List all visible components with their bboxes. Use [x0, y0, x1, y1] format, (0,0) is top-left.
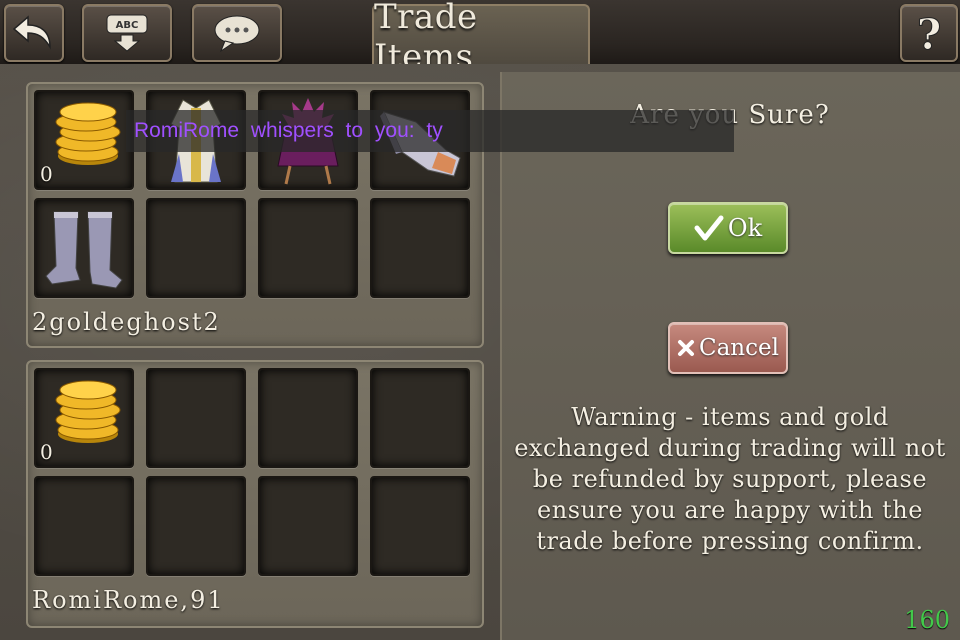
cancel-button[interactable]: Cancel [668, 322, 788, 374]
help-icon: ? [916, 11, 942, 55]
ok-label: Ok [727, 214, 763, 242]
svg-text:ABC: ABC [116, 20, 139, 31]
item-slot[interactable] [370, 198, 470, 298]
counter: 160 [904, 606, 950, 634]
tab-trade-items[interactable]: Trade Items [372, 0, 590, 77]
gold-amount: 0 [40, 162, 53, 186]
back-button[interactable] [4, 4, 64, 62]
item-slot [258, 368, 358, 468]
gold-amount: 0 [40, 440, 53, 464]
gold-slot[interactable]: 0 [34, 90, 134, 190]
item-slot [146, 368, 246, 468]
item-slot [34, 476, 134, 576]
back-icon [12, 15, 51, 50]
item-slot [370, 368, 470, 468]
item-slot [370, 476, 470, 576]
help-button[interactable]: ? [900, 4, 958, 62]
whisper-message: RomiRome whispers to you: ty [126, 110, 734, 152]
item-slot[interactable] [34, 198, 134, 298]
svg-text:?: ? [917, 11, 942, 55]
boots-icon [45, 211, 123, 289]
item-slot [146, 476, 246, 576]
their-name: RomiRome,91 [32, 586, 225, 614]
item-slot [258, 476, 358, 576]
abc-keyboard-icon: ABC [106, 14, 148, 52]
checkmark-icon [694, 215, 724, 241]
close-icon [678, 340, 694, 356]
keyboard-button[interactable]: ABC [82, 4, 172, 62]
ok-button[interactable]: Ok [668, 202, 788, 254]
chat-button[interactable] [192, 4, 282, 62]
chat-icon [214, 15, 260, 53]
my-name: 2goldeghost2 [32, 308, 221, 336]
gold-slot: 0 [34, 368, 134, 468]
cancel-label: Cancel [699, 335, 779, 361]
item-slot[interactable] [258, 198, 358, 298]
gold-coins-icon [55, 102, 121, 165]
item-slot[interactable] [146, 198, 246, 298]
gold-coins-icon [55, 380, 121, 443]
top-bar: ABC Trade Items ? [0, 0, 960, 77]
warning-text: Warning - items and gold exchanged durin… [514, 403, 946, 555]
